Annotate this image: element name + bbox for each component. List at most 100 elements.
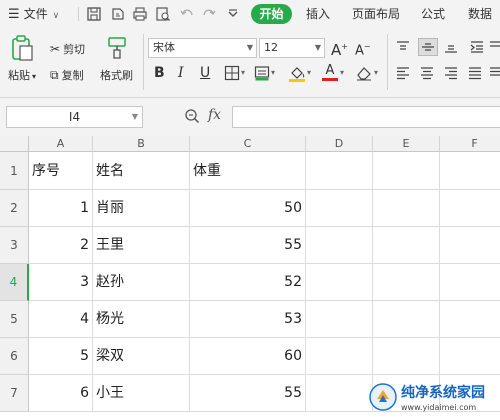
column-header-d[interactable]: D — [306, 136, 373, 152]
cell-f5[interactable] — [440, 301, 500, 338]
insert-function-button[interactable]: fx — [208, 107, 221, 123]
row-header-4[interactable]: 4 — [0, 264, 29, 301]
cell-d7[interactable] — [306, 375, 373, 412]
cell-e1[interactable] — [373, 152, 440, 190]
row-header-5[interactable]: 5 — [0, 301, 29, 338]
column-header-b[interactable]: B — [93, 136, 190, 152]
fill-cells-icon[interactable] — [254, 65, 270, 81]
column-header-c[interactable]: C — [190, 136, 306, 152]
chevron-down-icon[interactable]: ▾ — [340, 68, 344, 77]
cell-b3[interactable]: 王里 — [93, 227, 190, 264]
bold-button[interactable]: B — [154, 64, 165, 82]
cell-d2[interactable] — [306, 190, 373, 227]
print-preview-icon[interactable] — [155, 6, 171, 22]
cell-f4[interactable] — [440, 264, 500, 301]
align-right-icon[interactable] — [444, 66, 458, 80]
align-middle-button[interactable] — [418, 38, 438, 56]
cell-e3[interactable] — [373, 227, 440, 264]
clear-format-icon[interactable] — [355, 65, 373, 81]
cell-b4[interactable]: 赵孙 — [93, 264, 190, 301]
cell-d1[interactable] — [306, 152, 373, 190]
tab-page-layout[interactable]: 页面布局 — [352, 0, 400, 28]
cell-a2[interactable]: 1 — [29, 190, 93, 227]
cell-f3[interactable] — [440, 227, 500, 264]
chevron-down-icon[interactable]: ▾ — [241, 68, 245, 77]
cell-a4[interactable]: 3 — [29, 264, 93, 301]
cell-b2[interactable]: 肖丽 — [93, 190, 190, 227]
font-color-button[interactable]: A — [322, 63, 338, 81]
paste-icon[interactable] — [10, 34, 34, 62]
font-size-select[interactable]: 12 ▼ — [259, 38, 325, 58]
tab-data[interactable]: 数据 — [468, 0, 492, 28]
column-header-a[interactable]: A — [29, 136, 93, 152]
cell-b1[interactable]: 姓名 — [93, 152, 190, 190]
cell-f6[interactable] — [440, 338, 500, 375]
format-painter-icon[interactable] — [106, 36, 128, 60]
cell-c7[interactable]: 55 — [190, 375, 306, 412]
cell-e4[interactable] — [373, 264, 440, 301]
file-menu[interactable]: ☰ 文件 ∨ — [8, 0, 59, 28]
row-header-2[interactable]: 2 — [0, 190, 29, 227]
chevron-down-icon[interactable]: ▾ — [374, 68, 378, 77]
cell-c4[interactable]: 52 — [190, 264, 306, 301]
export-pdf-icon[interactable] — [110, 6, 126, 22]
customize-toolbar-icon[interactable] — [225, 6, 241, 22]
increase-font-button[interactable]: A+ — [331, 37, 348, 60]
align-bottom-icon[interactable] — [444, 40, 458, 54]
chevron-down-icon[interactable]: ▾ — [271, 68, 275, 77]
cell-b6[interactable]: 梁双 — [93, 338, 190, 375]
tab-formulas[interactable]: 公式 — [421, 0, 445, 28]
underline-button[interactable]: U — [200, 64, 210, 82]
align-top-icon[interactable] — [396, 40, 410, 54]
cell-a7[interactable]: 6 — [29, 375, 93, 412]
cell-a6[interactable]: 5 — [29, 338, 93, 375]
cell-b7[interactable]: 小王 — [93, 375, 190, 412]
cell-e6[interactable] — [373, 338, 440, 375]
format-painter-button[interactable]: 格式刷 — [100, 67, 133, 83]
name-box[interactable]: I4 ▼ — [6, 106, 143, 128]
cell-c6[interactable]: 60 — [190, 338, 306, 375]
cell-c5[interactable]: 53 — [190, 301, 306, 338]
column-header-f[interactable]: F — [440, 136, 500, 152]
tab-insert[interactable]: 插入 — [306, 0, 330, 28]
copy-button[interactable]: ⧉ 复制 — [50, 67, 84, 83]
fill-color-icon[interactable] — [288, 65, 306, 82]
italic-button[interactable]: I — [178, 64, 184, 82]
justify-icon[interactable] — [468, 66, 482, 80]
print-icon[interactable] — [132, 6, 148, 22]
cell-e2[interactable] — [373, 190, 440, 227]
outdent-icon[interactable] — [490, 40, 500, 54]
tab-home[interactable]: 开始 — [251, 4, 292, 24]
cell-e5[interactable] — [373, 301, 440, 338]
align-left-icon[interactable] — [396, 66, 410, 80]
row-header-7[interactable]: 7 — [0, 375, 29, 412]
save-icon[interactable] — [86, 6, 102, 22]
cell-c2[interactable]: 50 — [190, 190, 306, 227]
zoom-search-icon[interactable] — [184, 108, 200, 124]
row-header-1[interactable]: 1 — [0, 152, 29, 190]
cut-button[interactable]: ✂ 剪切 — [50, 41, 85, 57]
cell-a3[interactable]: 2 — [29, 227, 93, 264]
select-all-corner[interactable] — [0, 136, 29, 152]
font-name-select[interactable]: 宋体 ▼ — [148, 38, 257, 58]
chevron-down-icon[interactable]: ▾ — [307, 68, 311, 77]
cell-f2[interactable] — [440, 190, 500, 227]
cell-d4[interactable] — [306, 264, 373, 301]
cell-a5[interactable]: 4 — [29, 301, 93, 338]
indent-icon[interactable] — [470, 40, 484, 54]
undo-icon[interactable] — [179, 6, 195, 22]
cell-d5[interactable] — [306, 301, 373, 338]
formula-input[interactable] — [232, 106, 500, 128]
paste-button[interactable]: 粘贴 ▾ — [8, 67, 36, 83]
row-header-6[interactable]: 6 — [0, 338, 29, 375]
cell-d3[interactable] — [306, 227, 373, 264]
distributed-icon[interactable] — [490, 66, 500, 80]
row-header-3[interactable]: 3 — [0, 227, 29, 264]
cell-a1[interactable]: 序号 — [29, 152, 93, 190]
cell-c1[interactable]: 体重 — [190, 152, 306, 190]
align-center-icon[interactable] — [420, 66, 434, 80]
decrease-font-button[interactable]: A− — [355, 37, 371, 61]
column-header-e[interactable]: E — [373, 136, 440, 152]
cell-b5[interactable]: 杨光 — [93, 301, 190, 338]
redo-icon[interactable] — [201, 6, 217, 22]
